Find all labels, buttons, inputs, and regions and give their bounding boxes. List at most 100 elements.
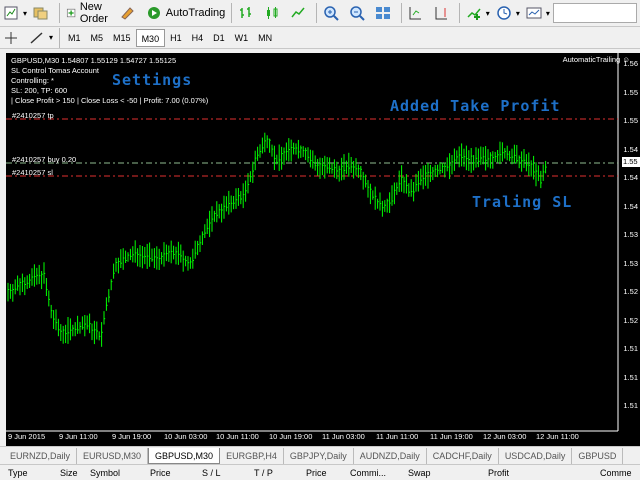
price-tick-label: 1.51 — [623, 401, 638, 410]
bar-chart-button[interactable] — [235, 2, 261, 24]
col-commission[interactable]: Commi... — [342, 468, 400, 478]
tab-gbpusd[interactable]: GBPUSD — [572, 447, 624, 464]
timeframe-m5[interactable]: M5 — [86, 29, 109, 47]
chart-window: GBPUSD,M30 1.54807 1.55129 1.54727 1.551… — [0, 49, 640, 446]
chart-header: GBPUSD,M30 1.54807 1.55129 1.54727 1.551… — [11, 56, 177, 65]
zoom-in-button[interactable] — [320, 2, 346, 24]
price-tick-label: 1.54 — [623, 144, 638, 154]
time-tick-label: 10 Jun 11:00 — [216, 432, 259, 441]
autotrading-label: AutoTrading — [165, 7, 226, 19]
tab-eurgbp-h4[interactable]: EURGBP,H4 — [220, 447, 284, 464]
periods-button[interactable]: ▾ — [493, 2, 523, 24]
timeframe-m1[interactable]: M1 — [63, 29, 86, 47]
new-order-button[interactable]: New Order — [63, 1, 117, 25]
tab-usdcad-daily[interactable]: USDCAD,Daily — [499, 447, 573, 464]
price-tick-label: 1.56 — [623, 59, 638, 68]
buy-level-label: #2410257 buy 0.20 — [12, 155, 77, 164]
timeframe-d1[interactable]: D1 — [208, 29, 230, 47]
chart-shift-button[interactable] — [430, 2, 456, 24]
line-tools-button[interactable]: ▾ — [26, 27, 56, 49]
timeframe-mn[interactable]: MN — [253, 29, 277, 47]
overlay-take-profit: Added Take Profit — [390, 97, 561, 115]
time-tick-label: 11 Jun 03:00 — [322, 432, 365, 441]
time-tick-label: 11 Jun 11:00 — [376, 432, 419, 441]
price-tick-label: 1.55 — [623, 116, 638, 125]
new-chart-button[interactable]: ▾ — [0, 2, 30, 24]
sl-level-label: #2410257 sl — [12, 168, 53, 177]
price-tick-label: 1.54 — [623, 201, 638, 211]
price-tick-label: 1.53 — [623, 230, 638, 239]
time-tick-label: 9 Jun 2015 — [8, 432, 46, 441]
col-tp[interactable]: T / P — [246, 468, 298, 478]
templates-icon — [526, 7, 542, 19]
profiles-button[interactable] — [30, 2, 56, 24]
time-tick-label: 9 Jun 11:00 — [59, 432, 98, 441]
tp-level-label: #2410257 tp — [12, 111, 54, 120]
tab-eurusd-m30[interactable]: EURUSD,M30 — [77, 447, 149, 464]
col-sl[interactable]: S / L — [194, 468, 246, 478]
autotrading-button[interactable]: AutoTrading — [143, 2, 229, 24]
clock-icon — [497, 6, 511, 20]
col-size[interactable]: Size — [52, 468, 82, 478]
templates-button[interactable]: ▾ — [523, 2, 553, 24]
time-tick-label: 9 Jun 19:00 — [112, 432, 152, 441]
line-chart-icon — [291, 7, 305, 18]
chart-tabs: EURNZD,Daily EURUSD,M30 GBPUSD,M30 EURGB… — [0, 446, 640, 464]
ea-line-2: Controlling: * — [11, 76, 54, 85]
col-price[interactable]: Price — [142, 468, 194, 478]
price-tick-label: 1.51 — [623, 344, 638, 353]
tab-cadchf-daily[interactable]: CADCHF,Daily — [427, 447, 499, 464]
col-current-price[interactable]: Price — [298, 468, 342, 478]
col-swap[interactable]: Swap — [400, 468, 480, 478]
separator — [59, 27, 61, 48]
col-profit[interactable]: Profit — [480, 468, 592, 478]
separator — [400, 3, 402, 23]
tab-gbpusd-m30[interactable]: GBPUSD,M30 — [148, 447, 221, 464]
profiles-icon — [33, 7, 48, 20]
timeframe-m15[interactable]: M15 — [108, 29, 136, 47]
current-price-tag: 1.55 — [622, 157, 640, 167]
timeframe-h1[interactable]: H1 — [165, 29, 187, 47]
col-comment[interactable]: Comme — [592, 468, 640, 478]
search-input[interactable] — [552, 3, 637, 23]
timeframe-h4[interactable]: H4 — [187, 29, 209, 47]
tab-eurnzd-daily[interactable]: EURNZD,Daily — [4, 447, 78, 464]
metaeditor-icon — [121, 7, 134, 20]
separator — [459, 3, 460, 23]
terminal-header: Type Size Symbol Price S / L T / P Price… — [0, 464, 640, 480]
auto-scroll-button[interactable] — [404, 2, 430, 24]
time-tick-label: 11 Jun 19:00 — [430, 432, 473, 441]
price-tick-label: 1.54 — [623, 173, 638, 182]
col-type[interactable]: Type — [0, 468, 52, 478]
new-chart-icon — [4, 6, 18, 20]
timeframe-w1[interactable]: W1 — [230, 29, 254, 47]
ea-line-3: SL: 200, TP: 600 — [11, 86, 68, 95]
indicators-button[interactable]: ▾ — [463, 2, 493, 24]
time-tick-label: 10 Jun 19:00 — [269, 432, 313, 441]
separator — [231, 3, 232, 23]
separator — [315, 3, 317, 23]
time-tick-label: 12 Jun 11:00 — [536, 432, 579, 441]
line-tool-icon — [30, 31, 43, 44]
cursor-button[interactable] — [0, 27, 26, 49]
price-tick-label: 1.52 — [623, 287, 638, 296]
metaeditor-button[interactable] — [117, 2, 143, 24]
price-chart[interactable]: GBPUSD,M30 1.54807 1.55129 1.54727 1.551… — [6, 53, 640, 446]
zoom-out-button[interactable] — [346, 2, 372, 24]
line-chart-button[interactable] — [287, 2, 313, 24]
candlestick-icon — [266, 7, 278, 19]
tab-audnzd-daily[interactable]: AUDNZD,Daily — [354, 447, 427, 464]
tile-windows-button[interactable] — [372, 2, 398, 24]
time-tick-label: 12 Jun 03:00 — [483, 432, 527, 441]
price-tick-label: 1.55 — [623, 87, 638, 97]
timeframe-m30[interactable]: M30 — [135, 28, 166, 47]
col-symbol[interactable]: Symbol — [82, 468, 142, 478]
tab-gbpjpy-daily[interactable]: GBPJPY,Daily — [284, 447, 354, 464]
zoom-in-icon — [323, 6, 339, 21]
candle-chart-button[interactable] — [261, 2, 287, 24]
overlay-trailing-sl: Traling SL — [472, 193, 573, 211]
new-order-icon — [66, 8, 75, 18]
chart-shift-icon — [435, 7, 448, 20]
price-tick-label: 1.51 — [623, 372, 638, 382]
indicators-icon — [467, 8, 481, 20]
